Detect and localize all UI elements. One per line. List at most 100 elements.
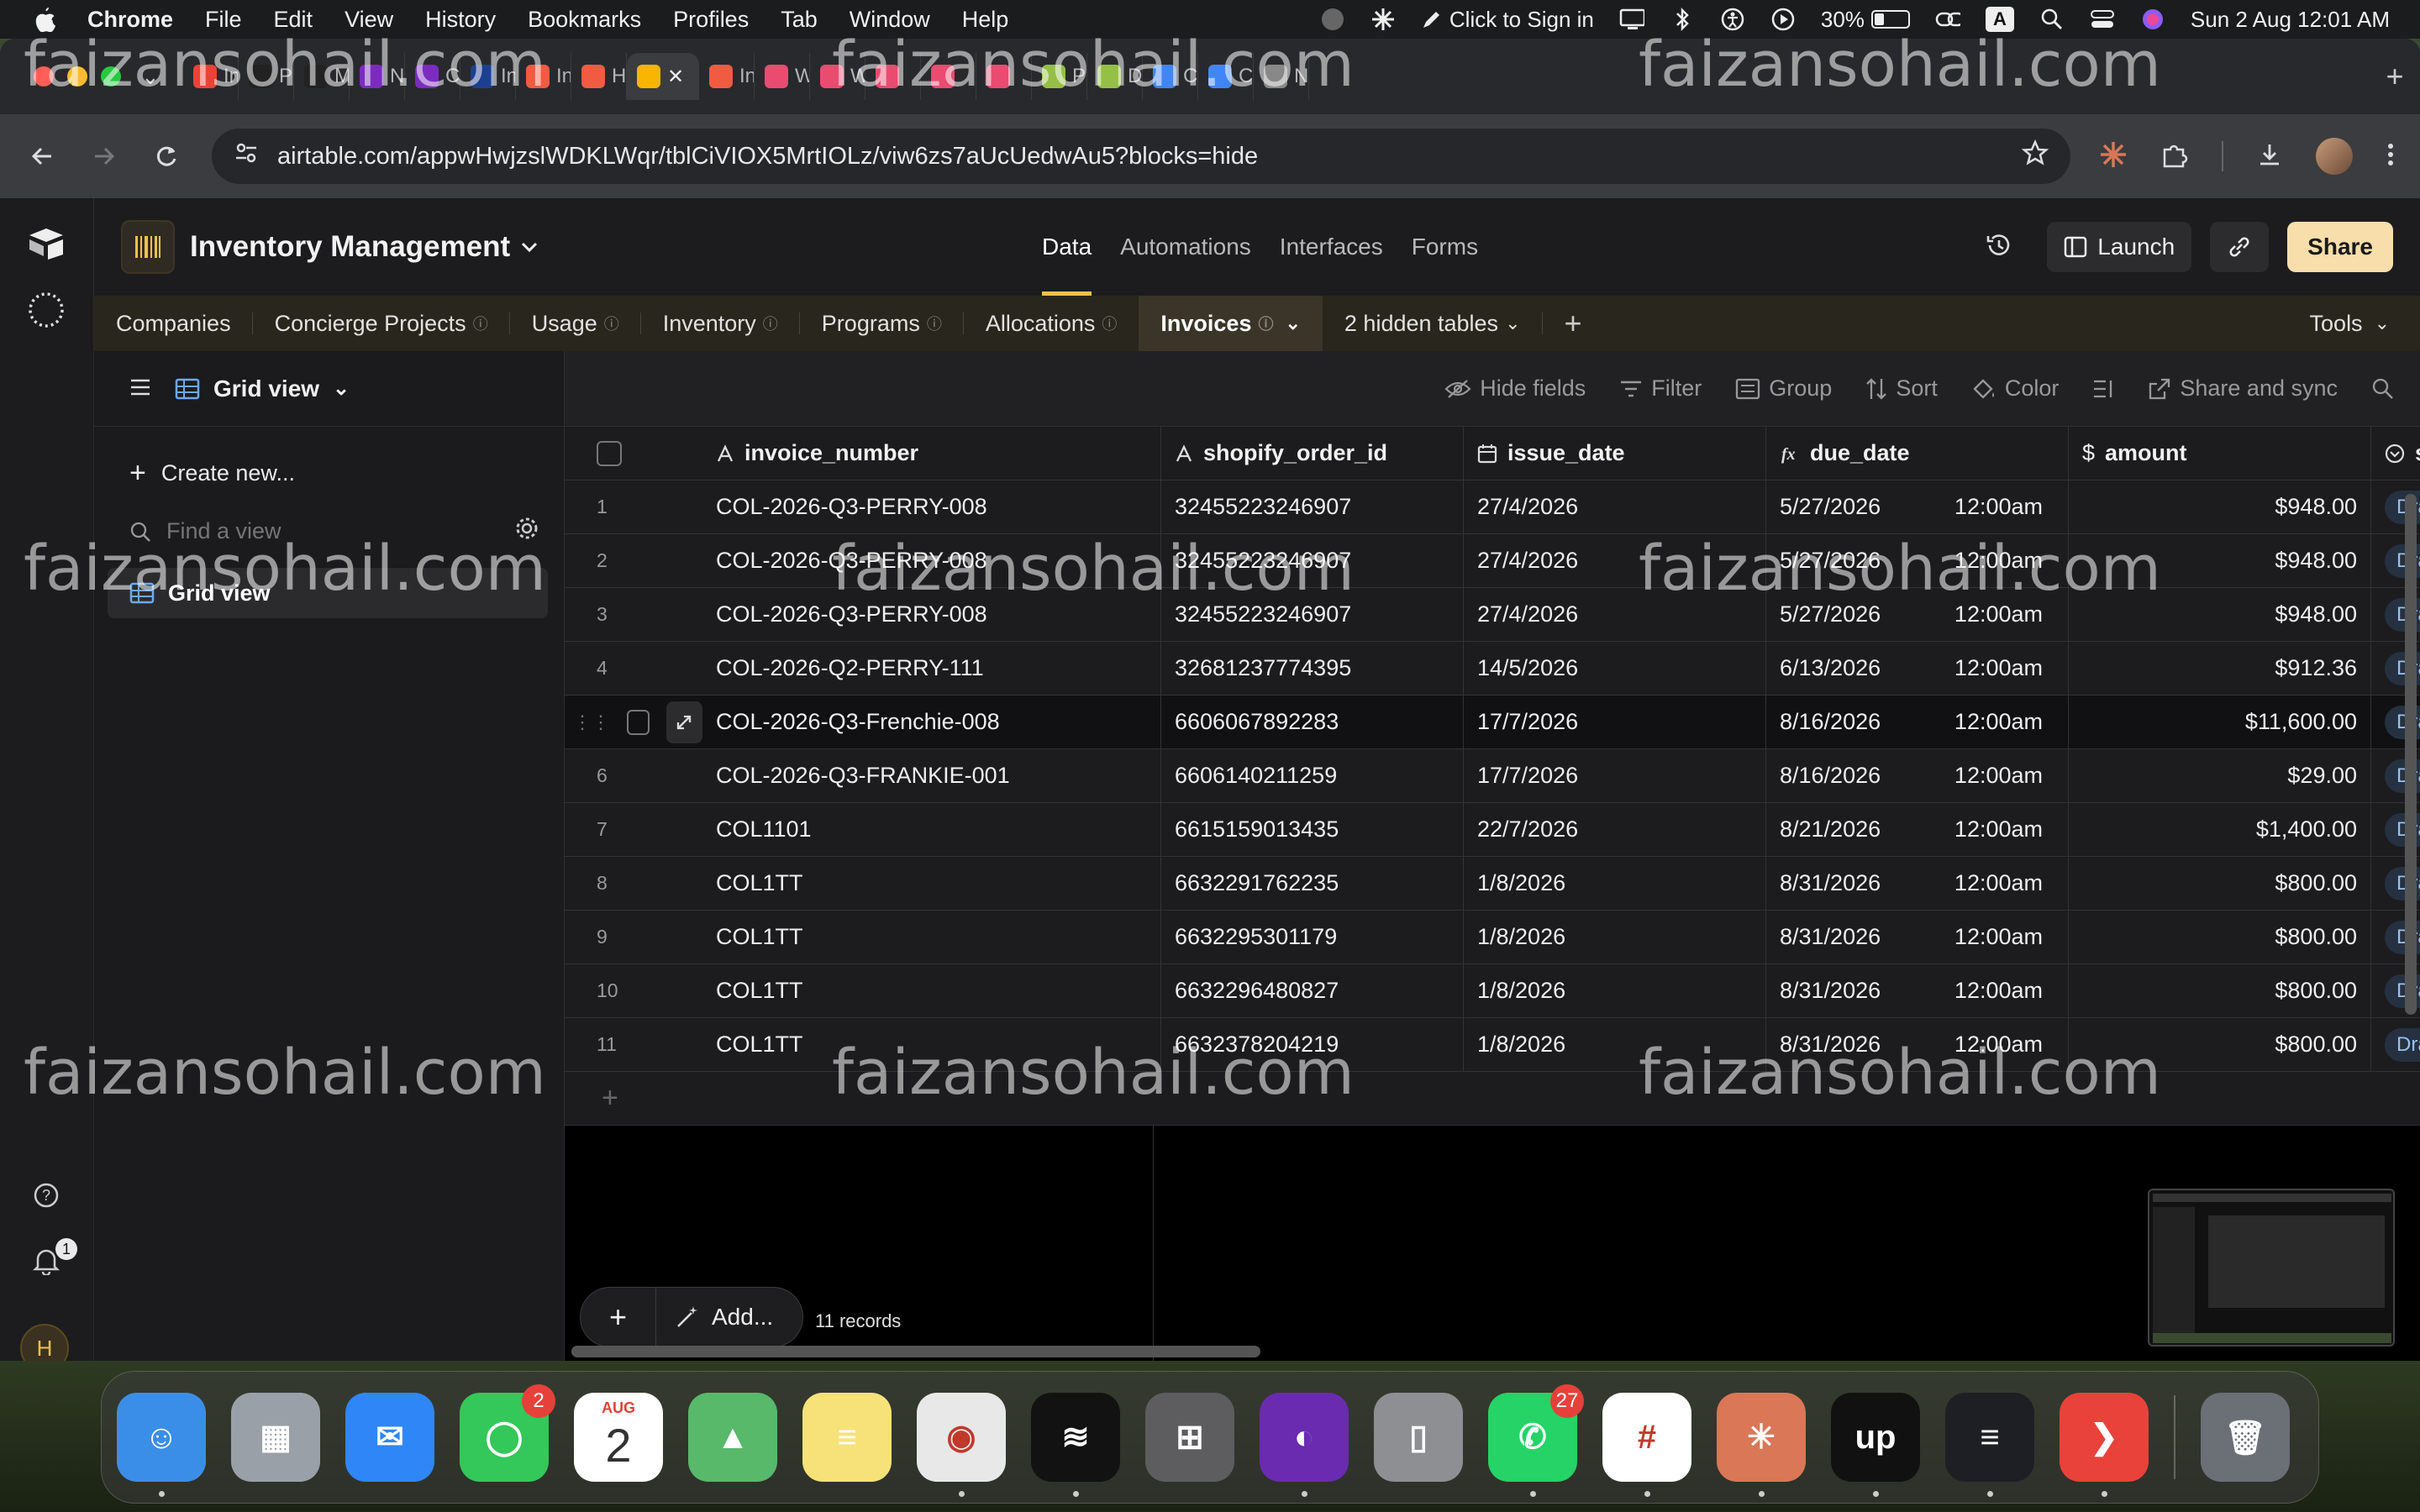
menu-file[interactable]: File xyxy=(205,7,242,33)
messages-icon[interactable]: ◯ 2 xyxy=(460,1384,555,1482)
trash-icon[interactable]: 🗑 xyxy=(2201,1393,2290,1482)
table-row[interactable]: 6 COL-2026-Q3-FRANKIE-001 6606140211259 1… xyxy=(565,748,2420,803)
table-row[interactable]: ⋮⋮ COL-2026-Q3-Frenchie-008 660606789228… xyxy=(565,695,2420,749)
browser-tab[interactable]: Wo xyxy=(810,53,865,100)
notes-icon[interactable]: ≡ xyxy=(802,1393,892,1482)
calculator-icon[interactable]: ⊞ xyxy=(1145,1393,1234,1482)
create-new-view-button[interactable]: + Create new... xyxy=(129,457,295,490)
browser-tab[interactable]: Inv xyxy=(516,53,571,100)
browser-tab[interactable] xyxy=(921,53,976,100)
table-tab-usage[interactable]: Usage ⓘ xyxy=(510,296,641,351)
control-center-icon[interactable] xyxy=(2090,7,2115,32)
cell-due-date[interactable]: 5/27/2026 12:00am xyxy=(1766,533,2069,588)
select-all-checkbox[interactable] xyxy=(597,440,622,466)
table-tab-concierge-projects[interactable]: Concierge Projects ⓘ xyxy=(253,296,510,351)
browser-tab[interactable]: Me xyxy=(294,53,350,100)
nav-interfaces[interactable]: Interfaces xyxy=(1280,234,1383,260)
site-settings-icon[interactable] xyxy=(234,140,259,172)
row-height-button[interactable] xyxy=(2092,379,2114,399)
browser-tab[interactable]: Co xyxy=(1198,53,1254,100)
cell-amount[interactable]: $948.00 xyxy=(2069,533,2371,588)
cell-invoice-number[interactable]: COL-2026-Q3-PERRY-008 xyxy=(716,533,1161,588)
claude-status-icon[interactable] xyxy=(1370,7,1396,32)
sidebar-item-grid-view[interactable]: Grid view xyxy=(108,568,548,618)
anydesk-icon[interactable]: ❯ xyxy=(2060,1393,2149,1497)
view-name-dropdown[interactable]: Grid view ⌄ xyxy=(175,375,350,402)
menu-profiles[interactable]: Profiles xyxy=(673,7,749,33)
share-and-sync-button[interactable]: Share and sync xyxy=(2148,375,2338,402)
column-header-invoice-number[interactable]: invoice_number xyxy=(716,427,1161,480)
nav-forms[interactable]: Forms xyxy=(1412,234,1478,260)
browser-tab[interactable]: Pla xyxy=(1032,53,1087,100)
table-row[interactable]: 3 COL-2026-Q3-PERRY-008 32455223246907 27… xyxy=(565,587,2420,642)
cell-issue-date[interactable]: 22/7/2026 xyxy=(1464,802,1766,857)
filter-button[interactable]: Filter xyxy=(1619,375,1702,402)
input-source-indicator[interactable]: A xyxy=(1985,7,2014,32)
cell-shopify-order-id[interactable]: 6632296480827 xyxy=(1161,963,1464,1018)
browser-tab[interactable]: Cu xyxy=(405,53,460,100)
base-barcode-icon[interactable] xyxy=(121,220,175,274)
menu-view[interactable]: View xyxy=(345,7,393,33)
user-avatar[interactable]: H xyxy=(20,1324,69,1361)
cell-invoice-number[interactable]: COL1TT xyxy=(716,963,1161,1018)
zoom-window-button[interactable] xyxy=(101,66,121,87)
cell-invoice-number[interactable]: COL1TT xyxy=(716,1017,1161,1072)
menu-help[interactable]: Help xyxy=(962,7,1009,33)
tab-search-icon[interactable]: ⌄ xyxy=(141,64,171,90)
table-tab-invoices[interactable]: Invoices ⓘ ⌄ xyxy=(1139,296,1323,351)
spotlight-search-icon[interactable] xyxy=(2039,7,2065,32)
bookmark-star-icon[interactable] xyxy=(2021,139,2049,173)
cell-amount[interactable]: $11,600.00 xyxy=(2069,695,2371,749)
cell-due-date[interactable]: 8/31/2026 12:00am xyxy=(1766,856,2069,911)
siri-icon[interactable] xyxy=(2140,7,2165,32)
add-with-ai-button[interactable]: Add... xyxy=(656,1304,773,1331)
hide-fields-button[interactable]: Hide fields xyxy=(1444,375,1586,402)
bluetooth-icon[interactable] xyxy=(1670,7,1695,32)
column-header-amount[interactable]: $ amount xyxy=(2069,427,2371,480)
search-records-icon[interactable] xyxy=(2371,377,2395,401)
browser-tab[interactable]: Co xyxy=(1143,53,1198,100)
browser-tab[interactable]: Pro xyxy=(239,53,294,100)
battery-status[interactable]: 30% xyxy=(1821,7,1910,33)
cell-due-date[interactable]: 5/27/2026 12:00am xyxy=(1766,587,2069,642)
cell-shopify-order-id[interactable]: 6632291762235 xyxy=(1161,856,1464,911)
upwork-icon[interactable]: up xyxy=(1831,1393,1920,1497)
cell-issue-date[interactable]: 27/4/2026 xyxy=(1464,480,1766,534)
copy-link-button[interactable] xyxy=(2210,222,2270,272)
cell-due-date[interactable]: 8/21/2026 12:00am xyxy=(1766,802,2069,857)
cell-invoice-number[interactable]: COL-2026-Q3-PERRY-008 xyxy=(716,480,1161,534)
cell-shopify-order-id[interactable]: 32455223246907 xyxy=(1161,587,1464,642)
iphone-mirroring-icon[interactable]: ▯ xyxy=(1374,1393,1463,1482)
cell-shopify-order-id[interactable]: 32681237774395 xyxy=(1161,641,1464,696)
spotify-icon[interactable]: ≋ xyxy=(1031,1393,1120,1497)
cell-status[interactable]: Dra xyxy=(2371,1018,2420,1072)
table-row[interactable]: 7 COL1101 6615159013435 22/7/2026 8/21/20… xyxy=(565,802,2420,857)
browser-tab[interactable]: Ho xyxy=(571,53,627,100)
cell-issue-date[interactable]: 27/4/2026 xyxy=(1464,587,1766,642)
downloads-icon[interactable] xyxy=(2257,142,2282,171)
chrome-menu-icon[interactable] xyxy=(2386,141,2395,172)
address-bar[interactable]: airtable.com/appwHwjzslWDKLWqr/tblCiVIOX… xyxy=(212,129,2070,184)
calendar-icon[interactable]: 2 AUG xyxy=(574,1393,663,1482)
table-tab-companies[interactable]: Companies xyxy=(94,296,253,351)
browser-tab[interactable]: Inv xyxy=(460,53,516,100)
table-row[interactable]: 10 COL1TT 6632296480827 1/8/2026 8/31/202… xyxy=(565,963,2420,1018)
nav-automations[interactable]: Automations xyxy=(1120,234,1251,260)
history-icon[interactable] xyxy=(1985,232,2012,263)
cell-invoice-number[interactable]: COL1101 xyxy=(716,802,1161,857)
cell-invoice-number[interactable]: COL1TT xyxy=(716,856,1161,911)
table-row[interactable]: 9 COL1TT 6632295301179 1/8/2026 8/31/2026… xyxy=(565,910,2420,964)
cell-shopify-order-id[interactable]: 32455223246907 xyxy=(1161,533,1464,588)
display-icon[interactable] xyxy=(1619,7,1644,32)
back-icon[interactable] xyxy=(25,139,59,173)
cell-invoice-number[interactable]: COL-2026-Q3-Frenchie-008 xyxy=(716,695,1161,749)
close-tab-icon[interactable]: ✕ xyxy=(667,65,684,89)
base-name-dropdown[interactable]: Inventory Management xyxy=(190,230,539,264)
claude-extension-icon[interactable] xyxy=(2099,140,2128,173)
hamburger-icon[interactable] xyxy=(129,375,151,402)
sort-button[interactable]: Sort xyxy=(1865,375,1938,402)
group-button[interactable]: Group xyxy=(1735,375,1832,402)
now-playing-icon[interactable] xyxy=(1770,7,1796,32)
menu-edit[interactable]: Edit xyxy=(274,7,313,33)
menu-tab[interactable]: Tab xyxy=(781,7,818,33)
